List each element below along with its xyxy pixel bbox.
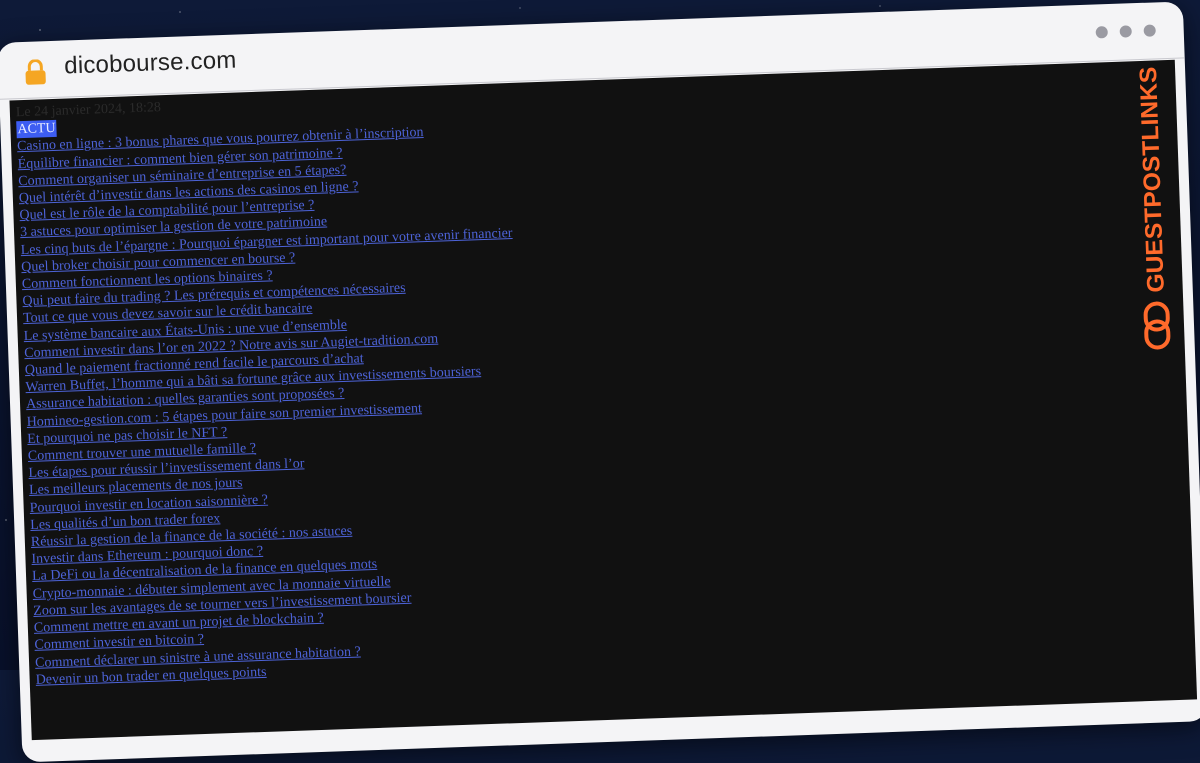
page-content: Le 24 janvier 2024, 18:28 ACTU Casino en… — [16, 67, 1116, 689]
article-link-list: Casino en ligne : 3 bonus phares que vou… — [17, 101, 1116, 689]
browser-window: dicobourse.com Le 24 janvier 2024, 18:28… — [0, 0, 1200, 763]
watermark-label: GUESTPOSTLINKS — [1135, 66, 1170, 293]
window-control-dot[interactable] — [1095, 26, 1108, 39]
page-viewport: Le 24 janvier 2024, 18:28 ACTU Casino en… — [9, 59, 1198, 741]
category-badge[interactable]: ACTU — [16, 120, 57, 139]
window-control-dot[interactable] — [1119, 25, 1132, 38]
window-control-dot[interactable] — [1143, 24, 1156, 37]
watermark-text: GUESTPOSTLINKS — [1135, 66, 1170, 293]
chain-link-icon — [1143, 301, 1171, 350]
lock-icon — [25, 59, 46, 85]
guestpostlinks-watermark: GUESTPOSTLINKS — [1131, 64, 1175, 355]
window-controls — [1095, 24, 1156, 39]
url-text[interactable]: dicobourse.com — [64, 47, 237, 81]
browser-frame: dicobourse.com Le 24 janvier 2024, 18:28… — [0, 1, 1200, 763]
